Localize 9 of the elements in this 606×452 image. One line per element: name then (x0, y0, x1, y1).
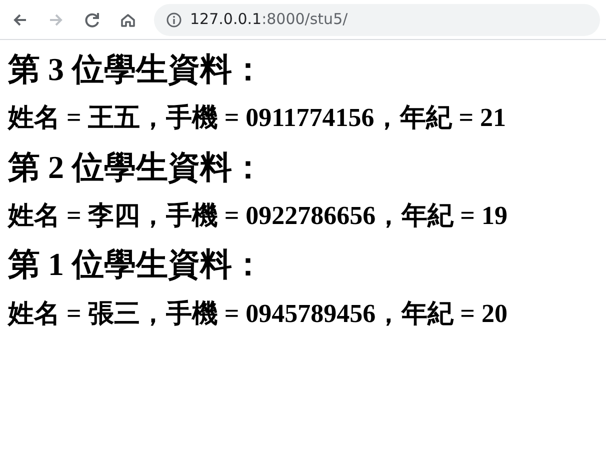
info-icon (166, 12, 182, 28)
student-info: 姓名 = 張三，手機 = 0945789456，年紀 = 20 (8, 298, 508, 329)
address-bar[interactable]: 127.0.0.1:8000/stu5/ (154, 4, 600, 36)
reload-icon (83, 10, 101, 28)
student-heading: 第 1 位學生資料： (8, 245, 265, 284)
student-info: 姓名 = 李四，手機 = 0922786656，年紀 = 19 (8, 200, 508, 232)
student-heading: 第 2 位學生資料： (8, 148, 265, 186)
student-heading: 第 3 位學生資料： (8, 50, 265, 88)
student-info: 姓名 = 王五，手機 = 0911774156，年紀 = 21 (8, 102, 508, 134)
